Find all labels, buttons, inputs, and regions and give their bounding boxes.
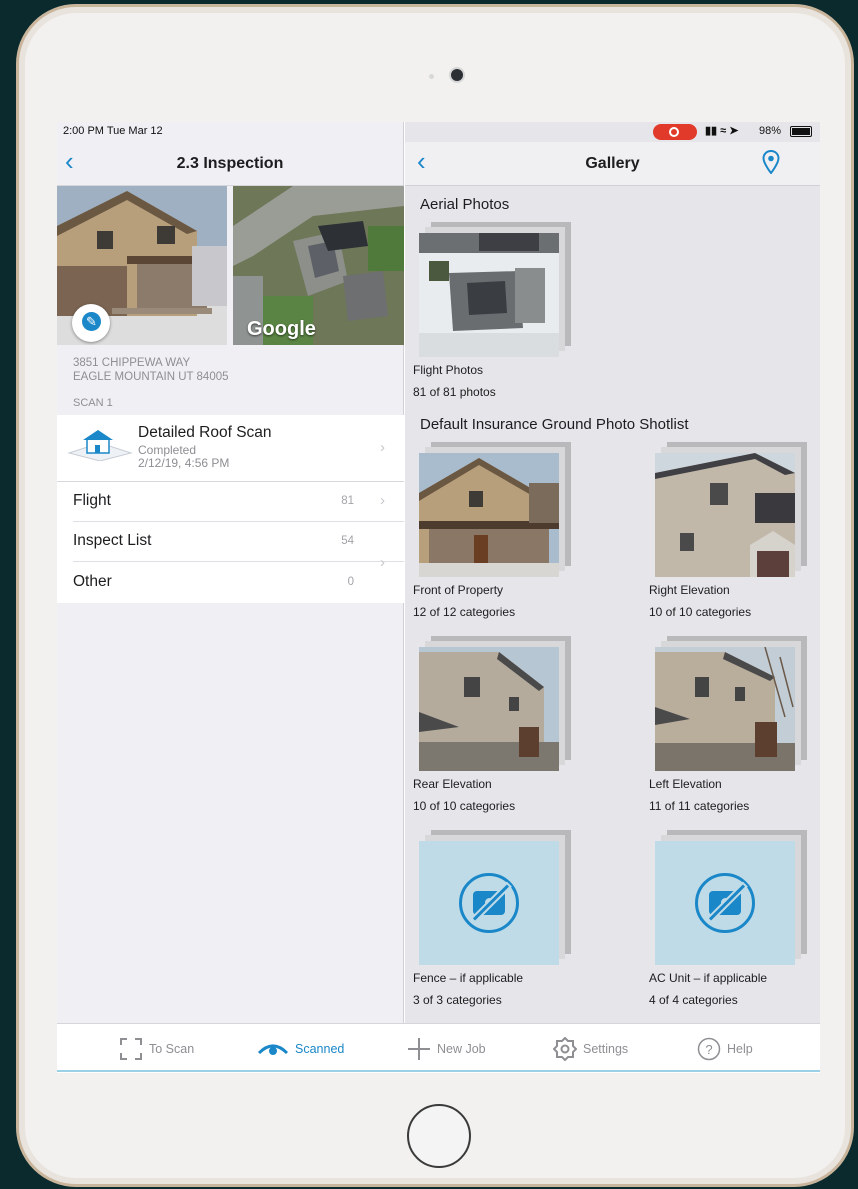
tab-to-scan[interactable]: To Scan	[119, 1024, 194, 1073]
location-pin-icon[interactable]	[762, 150, 780, 174]
address-line-1: 3851 CHIPPEWA WAY	[73, 357, 191, 369]
tile-count: 10 of 10 categories	[413, 799, 516, 813]
plus-icon	[408, 1038, 430, 1060]
list-item-label: Inspect List	[73, 532, 152, 549]
inspection-nav-bar: ‹ 2.3 Inspection	[57, 142, 403, 186]
aerial-photos-tile[interactable]	[419, 222, 571, 357]
sensor	[429, 74, 434, 79]
tab-settings[interactable]: Settings	[553, 1024, 628, 1073]
divider	[73, 561, 404, 562]
tab-help[interactable]: ? Help	[697, 1024, 753, 1073]
scan-section-label: SCAN 1	[73, 397, 113, 409]
tab-scanned[interactable]: Scanned	[257, 1024, 344, 1073]
tile-count: 10 of 10 categories	[649, 605, 752, 619]
tab-label: Settings	[583, 1042, 629, 1056]
property-address: 3851 CHIPPEWA WAY EAGLE MOUNTAIN UT 8400…	[73, 356, 229, 384]
scan-title: Detailed Roof Scan	[138, 424, 272, 441]
aerial-tile-name: Flight Photos	[413, 363, 484, 377]
tab-label: Scanned	[295, 1042, 345, 1056]
satellite-map[interactable]: Google	[233, 186, 404, 345]
inspection-pane: ‹ 2.3 Inspection ✎ Google 3851 CHIPPEWA …	[57, 122, 404, 1073]
list-item-count: 0	[347, 576, 354, 588]
front-of-property-tile[interactable]	[419, 442, 571, 577]
tile-name: Right Elevation	[649, 583, 730, 597]
signal-wifi-location-icons: ▮▮ ≈ ➤	[705, 125, 739, 137]
tab-new-job[interactable]: New Job	[407, 1024, 486, 1073]
aerial-tile-count: 81 of 81 photos	[413, 385, 496, 399]
address-line-2: EAGLE MOUNTAIN UT 84005	[73, 371, 229, 383]
list-item-flight[interactable]: Flight 81 ›	[57, 482, 404, 522]
tile-count: 4 of 4 categories	[649, 993, 738, 1007]
status-time: 2:00 PM Tue Mar 12	[63, 125, 163, 137]
aerial-section-title: Aerial Photos	[420, 196, 510, 213]
tile-name: AC Unit – if applicable	[649, 971, 768, 985]
status-bar: 2:00 PM Tue Mar 12 ▮▮ ≈ ➤ 98%	[57, 122, 820, 142]
tile-name: Front of Property	[413, 583, 504, 597]
no-photo-placeholder	[419, 841, 559, 965]
tab-bar: To Scan Scanned New Job Settings ? Help	[57, 1023, 820, 1073]
front-thumbnail	[419, 453, 559, 577]
list-item-count: 54	[341, 535, 354, 547]
battery-icon	[790, 126, 812, 137]
tile-count: 11 of 11 categories	[649, 799, 750, 813]
home-indicator-line	[57, 1070, 820, 1072]
rear-elevation-thumbnail	[419, 647, 559, 771]
screen-recording-icon	[653, 124, 697, 140]
list-item-count: 81	[341, 495, 354, 507]
gallery-pane: ‹ Gallery Aerial Photos Flight Photos 81…	[405, 122, 820, 1073]
pencil-icon: ✎	[82, 312, 101, 331]
scan-details: Completed 2/12/19, 4:56 PM	[138, 444, 229, 470]
fence-tile[interactable]	[419, 830, 571, 965]
scan-frame-icon	[120, 1038, 142, 1060]
gear-icon	[553, 1037, 577, 1061]
rear-elevation-tile[interactable]	[419, 636, 571, 771]
ground-section-title: Default Insurance Ground Photo Shotlist	[420, 416, 689, 433]
left-elevation-thumbnail	[655, 647, 795, 771]
tab-label: New Job	[437, 1042, 486, 1056]
help-icon: ?	[697, 1037, 721, 1061]
ac-unit-tile[interactable]	[655, 830, 807, 965]
house-icon	[67, 430, 133, 461]
right-elevation-tile[interactable]	[655, 442, 807, 577]
scan-item-list: Flight 81 › Inspect List 54 › Other 0	[57, 482, 404, 603]
edit-button[interactable]: ✎	[72, 304, 110, 342]
tile-count: 3 of 3 categories	[413, 993, 502, 1007]
battery-percent: 98%	[759, 125, 782, 137]
property-photos: ✎ Google	[57, 186, 404, 345]
right-elevation-thumbnail	[655, 453, 795, 577]
svg-text:?: ?	[705, 1042, 712, 1057]
list-item-label: Other	[73, 573, 112, 590]
aerial-thumbnail	[419, 233, 559, 357]
scan-row[interactable]: Detailed Roof Scan Completed 2/12/19, 4:…	[57, 415, 404, 482]
home-button[interactable]	[407, 1104, 471, 1168]
house-photo[interactable]: ✎	[57, 186, 227, 345]
list-item-label: Flight	[73, 492, 111, 509]
front-camera	[451, 69, 463, 81]
gallery-nav-bar: ‹ Gallery	[405, 142, 820, 186]
tab-label: To Scan	[149, 1042, 195, 1056]
tile-count: 12 of 12 categories	[413, 605, 516, 619]
list-item-other[interactable]: Other 0	[57, 563, 404, 603]
no-photo-placeholder	[655, 841, 795, 965]
chevron-right-icon: ›	[380, 439, 385, 456]
tile-name: Fence – if applicable	[413, 971, 524, 985]
list-item-inspect-list[interactable]: Inspect List 54	[57, 522, 404, 562]
gallery-title: Gallery	[585, 155, 640, 172]
tile-name: Rear Elevation	[413, 777, 492, 791]
tab-label: Help	[727, 1042, 753, 1056]
inspection-title: 2.3 Inspection	[176, 155, 284, 172]
scan-date: 2/12/19, 4:56 PM	[138, 456, 230, 470]
eye-icon	[257, 1044, 289, 1055]
tile-name: Left Elevation	[649, 777, 722, 791]
left-elevation-tile[interactable]	[655, 636, 807, 771]
chevron-right-icon: ›	[380, 492, 385, 509]
google-logo: Google	[247, 318, 316, 340]
screen: ‹ 2.3 Inspection ✎ Google 3851 CHIPPEWA …	[57, 122, 820, 1073]
